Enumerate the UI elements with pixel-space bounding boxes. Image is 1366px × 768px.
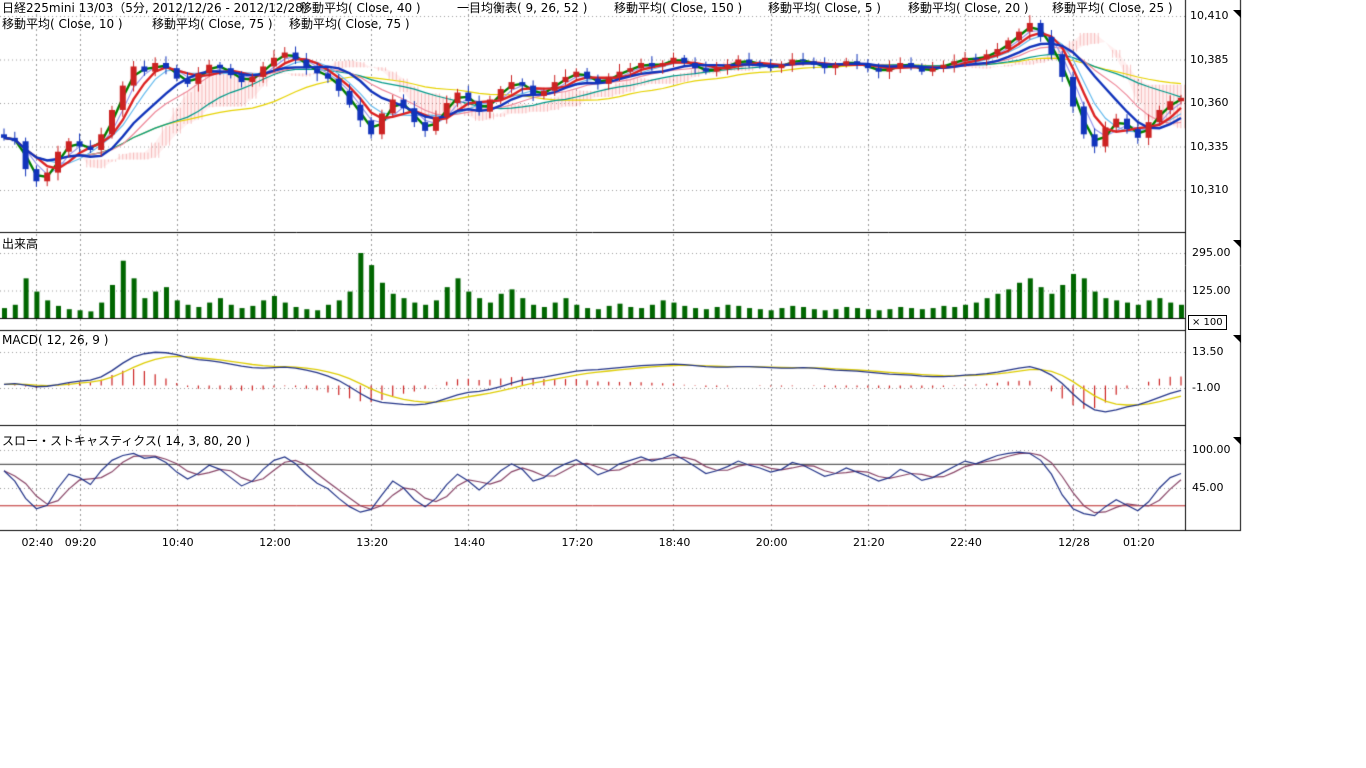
volume-panel-label: 出来高: [2, 235, 38, 252]
time-axis-label: 21:20: [851, 536, 887, 549]
time-axis-label: 12:00: [257, 536, 293, 549]
indicator-legend-item: 移動平均( Close, 25 ): [1052, 1, 1173, 15]
price-axis-label: 10,335: [1190, 140, 1229, 153]
stoch-panel-label: スロー・ストキャスティクス( 14, 3, 80, 20 ): [2, 432, 250, 449]
time-axis-label: 18:40: [656, 536, 692, 549]
indicator-legend-row-1: 日経225mini 13/03（5分, 2012/12/26 - 2012/12…: [0, 1, 1366, 16]
chart-label-layer: 日経225mini 13/03（5分, 2012/12/26 - 2012/12…: [0, 0, 1366, 768]
panel-resize-handle-stoch[interactable]: [1233, 437, 1241, 445]
indicator-legend-item: 日経225mini 13/03（5分, 2012/12/26 - 2012/12…: [2, 1, 315, 15]
time-axis-label: 09:20: [63, 536, 99, 549]
price-axis-label: 10,385: [1190, 53, 1229, 66]
macd-axis-label: -1.00: [1192, 381, 1220, 394]
indicator-legend-item: 移動平均( Close, 75 ): [289, 17, 410, 31]
trading-chart-window: 日経225mini 13/03（5分, 2012/12/26 - 2012/12…: [0, 0, 1366, 768]
indicator-legend-item: 移動平均( Close, 75 ): [152, 17, 273, 31]
price-axis-label: 10,310: [1190, 183, 1229, 196]
time-axis-label: 22:40: [948, 536, 984, 549]
time-axis-label: 10:40: [160, 536, 196, 549]
indicator-legend-item: 移動平均( Close, 10 ): [2, 17, 123, 31]
volume-multiplier-badge: × 100: [1188, 315, 1227, 330]
time-axis-label: 01:20: [1121, 536, 1157, 549]
indicator-legend-item: 移動平均( Close, 150 ): [614, 1, 742, 15]
indicator-legend-item: 移動平均( Close, 40 ): [300, 1, 421, 15]
indicator-legend-item: 一目均衡表( 9, 26, 52 ): [457, 1, 587, 15]
time-axis-label: 17:20: [559, 536, 595, 549]
macd-axis-label: 13.50: [1192, 345, 1224, 358]
price-axis-label: 10,410: [1190, 9, 1229, 22]
indicator-legend-item: 移動平均( Close, 20 ): [908, 1, 1029, 15]
panel-resize-handle-main[interactable]: [1233, 10, 1241, 18]
indicator-legend-row-2: 移動平均( Close, 10 ) 移動平均( Close, 75 ) 移動平均( …: [0, 17, 1366, 32]
macd-panel-label: MACD( 12, 26, 9 ): [2, 333, 108, 347]
stoch-axis-label: 100.00: [1192, 443, 1231, 456]
panel-resize-handle-macd[interactable]: [1233, 335, 1241, 343]
indicator-legend-item: 移動平均( Close, 5 ): [768, 1, 881, 15]
time-axis-label: 12/28: [1056, 536, 1092, 549]
time-axis-label: 20:00: [754, 536, 790, 549]
volume-axis-label: 295.00: [1192, 246, 1231, 259]
time-axis-label: 14:40: [451, 536, 487, 549]
volume-axis-label: 125.00: [1192, 284, 1231, 297]
price-axis-label: 10,360: [1190, 96, 1229, 109]
time-axis-label: 02:40: [19, 536, 55, 549]
stoch-axis-label: 45.00: [1192, 481, 1224, 494]
time-axis-label: 13:20: [354, 536, 390, 549]
panel-resize-handle-volume[interactable]: [1233, 240, 1241, 248]
